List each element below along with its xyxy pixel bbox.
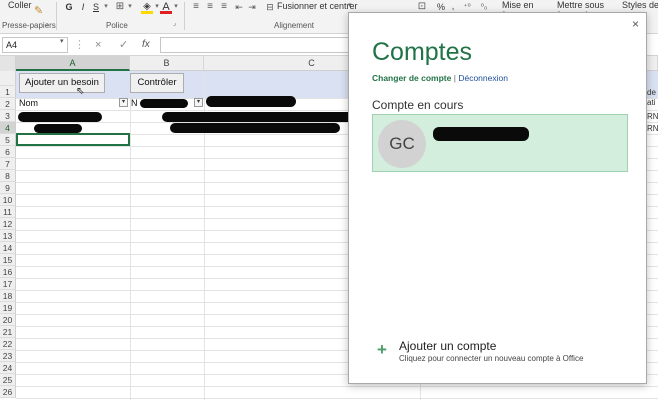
redacted-text: [18, 112, 102, 122]
row-header-20[interactable]: 20: [0, 314, 16, 326]
redacted-text: [206, 96, 296, 107]
active-cell-a4[interactable]: [16, 133, 130, 146]
row-header-13[interactable]: 13: [0, 230, 16, 242]
panel-title: Comptes: [372, 38, 473, 66]
add-account-description: Cliquez pour connecter un nouveau compte…: [399, 354, 584, 363]
redacted-text: [162, 112, 358, 122]
row-header-7[interactable]: 7: [0, 158, 16, 170]
format-painter-icon[interactable]: ✎: [34, 4, 43, 17]
decrease-indent-icon[interactable]: ⇤: [234, 1, 244, 13]
select-all-corner[interactable]: [0, 56, 16, 71]
cancel-icon[interactable]: ×: [95, 37, 101, 53]
redacted-text: [170, 123, 340, 133]
row-header-15[interactable]: 15: [0, 254, 16, 266]
ribbon-separator: [184, 2, 185, 30]
filter-dropdown-icon[interactable]: ▾: [194, 98, 203, 107]
row-header-5[interactable]: 5: [0, 134, 16, 146]
increase-indent-icon[interactable]: ⇥: [247, 1, 257, 13]
font-color-dropdown-icon[interactable]: ▾: [172, 1, 180, 13]
switch-account-link[interactable]: Changer de compte: [372, 73, 451, 83]
alignment-group-label: Alignement: [274, 21, 315, 30]
current-account-heading: Compte en cours: [372, 98, 464, 112]
name-box[interactable]: A4: [2, 37, 68, 53]
row-header-16[interactable]: 16: [0, 266, 16, 278]
merge-icon[interactable]: ⊟: [264, 1, 276, 13]
row-header-17[interactable]: 17: [0, 278, 16, 290]
row-header-buttons: [0, 71, 16, 86]
clipped-text: ati: [647, 98, 656, 107]
plus-icon: +: [377, 340, 387, 359]
name-box-dropdown-icon[interactable]: ▾: [60, 37, 64, 45]
row-header-4[interactable]: 4: [0, 122, 16, 134]
avatar: GC: [378, 120, 426, 168]
underline-button[interactable]: S: [91, 1, 101, 13]
clipboard-launcher-icon[interactable]: ⌟: [45, 19, 48, 27]
row-header-1[interactable]: 1: [0, 86, 16, 98]
row-header-25[interactable]: 25: [0, 374, 16, 386]
paste-button[interactable]: Coller: [8, 0, 32, 10]
row-header-24[interactable]: 24: [0, 362, 16, 374]
gridline: [16, 386, 658, 387]
clipped-text: RN: [647, 124, 658, 133]
fill-color-icon[interactable]: ◈: [141, 1, 153, 14]
row-header-3[interactable]: 3: [0, 110, 16, 122]
row-header-23[interactable]: 23: [0, 350, 16, 362]
row-header-6[interactable]: 6: [0, 146, 16, 158]
borders-dropdown-icon[interactable]: ▾: [126, 1, 134, 13]
cell-styles-button[interactable]: Styles de: [622, 0, 658, 10]
formula-input[interactable]: [160, 37, 350, 53]
row-header-26[interactable]: 26: [0, 386, 16, 398]
column-header-a[interactable]: A: [16, 56, 130, 71]
add-account-label: Ajouter un compte: [399, 339, 497, 353]
italic-button[interactable]: I: [78, 1, 88, 13]
merge-center-button[interactable]: Fusionner et centrer: [277, 1, 358, 11]
account-links: Changer de compte | Déconnexion: [372, 73, 508, 83]
font-group-label: Police: [106, 21, 128, 30]
bold-button[interactable]: G: [64, 1, 74, 13]
borders-icon[interactable]: ⊞: [114, 1, 126, 13]
cell-b1-name[interactable]: N: [131, 97, 138, 109]
formula-separator-icon: ⋮: [74, 39, 85, 51]
row-header-14[interactable]: 14: [0, 242, 16, 254]
insert-function-icon[interactable]: fx: [142, 37, 150, 53]
row-header-22[interactable]: 22: [0, 338, 16, 350]
accounts-panel: × Comptes Changer de compte | Déconnexio…: [348, 12, 647, 384]
underline-dropdown-icon[interactable]: ▾: [102, 1, 110, 13]
clipped-text: RN: [647, 112, 658, 121]
filter-dropdown-icon[interactable]: ▾: [119, 98, 128, 107]
gridline: [130, 71, 131, 400]
current-account-card[interactable]: GC: [372, 114, 628, 172]
row-header-2[interactable]: 2: [0, 98, 16, 110]
row-header-10[interactable]: 10: [0, 194, 16, 206]
ribbon-separator: [56, 2, 57, 30]
link-separator: |: [453, 73, 456, 83]
clipped-text: de: [647, 88, 656, 97]
align-left-icon[interactable]: ≡: [190, 1, 202, 13]
align-right-icon[interactable]: ≡: [218, 1, 230, 13]
mouse-cursor-icon: ⇖: [76, 86, 85, 97]
row-header-19[interactable]: 19: [0, 302, 16, 314]
cell-a1-name[interactable]: Nom: [19, 97, 38, 109]
row-header-12[interactable]: 12: [0, 218, 16, 230]
redacted-account-name: [433, 127, 529, 141]
row-header-21[interactable]: 21: [0, 326, 16, 338]
confirm-icon[interactable]: ✓: [119, 37, 128, 53]
font-color-icon[interactable]: A: [160, 1, 172, 14]
row-header-9[interactable]: 9: [0, 182, 16, 194]
font-launcher-icon[interactable]: ⌟: [173, 19, 176, 27]
align-center-icon[interactable]: ≡: [204, 1, 216, 13]
gridline: [16, 398, 658, 399]
row-header-11[interactable]: 11: [0, 206, 16, 218]
row-header-8[interactable]: 8: [0, 170, 16, 182]
redacted-text: [140, 99, 188, 108]
row-header-18[interactable]: 18: [0, 290, 16, 302]
check-button[interactable]: Contrôler: [130, 73, 184, 93]
redacted-text: [34, 124, 82, 133]
column-header-b[interactable]: B: [130, 56, 204, 71]
close-icon[interactable]: ×: [632, 17, 639, 31]
add-need-button[interactable]: Ajouter un besoin: [19, 73, 105, 93]
merge-dropdown-icon[interactable]: ▾: [348, 1, 352, 9]
sign-out-link[interactable]: Déconnexion: [458, 73, 508, 83]
